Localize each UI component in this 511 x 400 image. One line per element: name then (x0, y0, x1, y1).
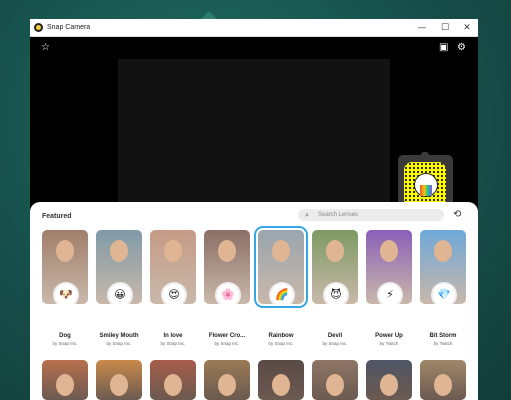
lens-author: by Twitch (433, 341, 453, 346)
lens-preview-face (272, 240, 290, 262)
lens-preview-face (164, 374, 182, 396)
close-button[interactable]: ✕ (456, 19, 478, 36)
maximize-button[interactable]: ☐ (434, 19, 456, 36)
lens-preview-face (434, 374, 452, 396)
lens-card[interactable] (204, 360, 250, 400)
lens-name: Dog (59, 333, 71, 339)
search-input[interactable]: ⌕ Search Lenses (298, 209, 444, 221)
rainbow-face-icon (414, 173, 438, 197)
lens-preview-face (56, 240, 74, 262)
lens-author: by Snap Inc. (322, 341, 348, 346)
lens-card[interactable]: 🐶 (42, 230, 88, 304)
snap-camera-app-icon (34, 23, 43, 32)
lens-card[interactable]: 😀 (96, 230, 142, 304)
star-icon[interactable]: ☆ (41, 43, 50, 53)
lens-card[interactable] (420, 360, 466, 400)
lens-icon: 😀 (107, 282, 133, 304)
lens-name: Smiley Mouth (99, 333, 139, 339)
lens-card[interactable]: 😍 (150, 230, 196, 304)
lens-author: by Twitch (379, 341, 399, 346)
gear-icon[interactable]: ⚙ (457, 43, 466, 53)
snap-camera-window: Snap Camera — ☐ ✕ ☆ ▣ ⚙ Featured ⌕ Searc… (30, 19, 478, 400)
lens-name: In love (163, 333, 183, 339)
lens-preview-face (326, 240, 344, 262)
camera-area: ☆ ▣ ⚙ (30, 37, 478, 219)
lens-preview-face (272, 374, 290, 396)
lens-preview-face (380, 374, 398, 396)
lens-card[interactable] (42, 360, 88, 400)
lens-icon: 💎 (431, 282, 457, 304)
snapcode (404, 162, 446, 207)
history-icon[interactable]: ⟲ (453, 209, 461, 221)
lens-author: by Snap Inc. (214, 341, 240, 346)
section-title: Featured (42, 213, 72, 220)
lens-preview-face (380, 240, 398, 262)
lens-card[interactable] (366, 360, 412, 400)
lens-icon: 😍 (161, 282, 187, 304)
window-title: Snap Camera (47, 24, 91, 31)
lens-author: by Snap Inc. (268, 341, 294, 346)
lens-preview-face (434, 240, 452, 262)
lens-preview-face (110, 374, 128, 396)
lens-card[interactable]: 🌸 (204, 230, 250, 304)
search-icon: ⌕ (305, 211, 309, 219)
lens-icon: 🐶 (53, 282, 79, 304)
lens-card[interactable]: 💎 (420, 230, 466, 304)
lens-preview-face (326, 374, 344, 396)
lens-card[interactable] (258, 360, 304, 400)
lens-preview-face (56, 374, 74, 396)
lens-author: by Snap Inc. (160, 341, 186, 346)
lens-card[interactable]: 😈 (312, 230, 358, 304)
lens-author: by Snap Inc. (52, 341, 78, 346)
lens-preview-face (218, 374, 236, 396)
lens-icon: 🌈 (269, 282, 295, 304)
lens-icon: 😈 (323, 282, 349, 304)
lens-name: Rainbow (268, 333, 294, 339)
lens-icon: 🌸 (215, 282, 241, 304)
lens-name: Devil (327, 333, 343, 339)
twitch-icon[interactable]: ▣ (439, 43, 448, 53)
lens-preview-face (218, 240, 236, 262)
lens-card[interactable]: 🌈 (254, 226, 308, 308)
lens-author: by Snap Inc. (106, 341, 132, 346)
lens-name: Bit Storm (429, 333, 457, 339)
lens-card[interactable] (312, 360, 358, 400)
search-placeholder: Search Lenses (318, 212, 359, 218)
lens-panel: Featured ⌕ Search Lenses ⟲ 🐶 Dog by Snap I… (30, 202, 478, 400)
lens-preview-face (164, 240, 182, 262)
lens-preview-face (110, 240, 128, 262)
lens-name: Flower Cro... (208, 333, 246, 339)
minimize-button[interactable]: — (411, 19, 433, 36)
lens-icon: ⚡ (377, 282, 403, 304)
lens-name: Power Up (375, 333, 403, 339)
lens-card[interactable]: ⚡ (366, 230, 412, 304)
lens-card[interactable] (96, 360, 142, 400)
title-bar: Snap Camera — ☐ ✕ (30, 19, 478, 37)
camera-preview (118, 59, 390, 214)
lens-card[interactable] (150, 360, 196, 400)
